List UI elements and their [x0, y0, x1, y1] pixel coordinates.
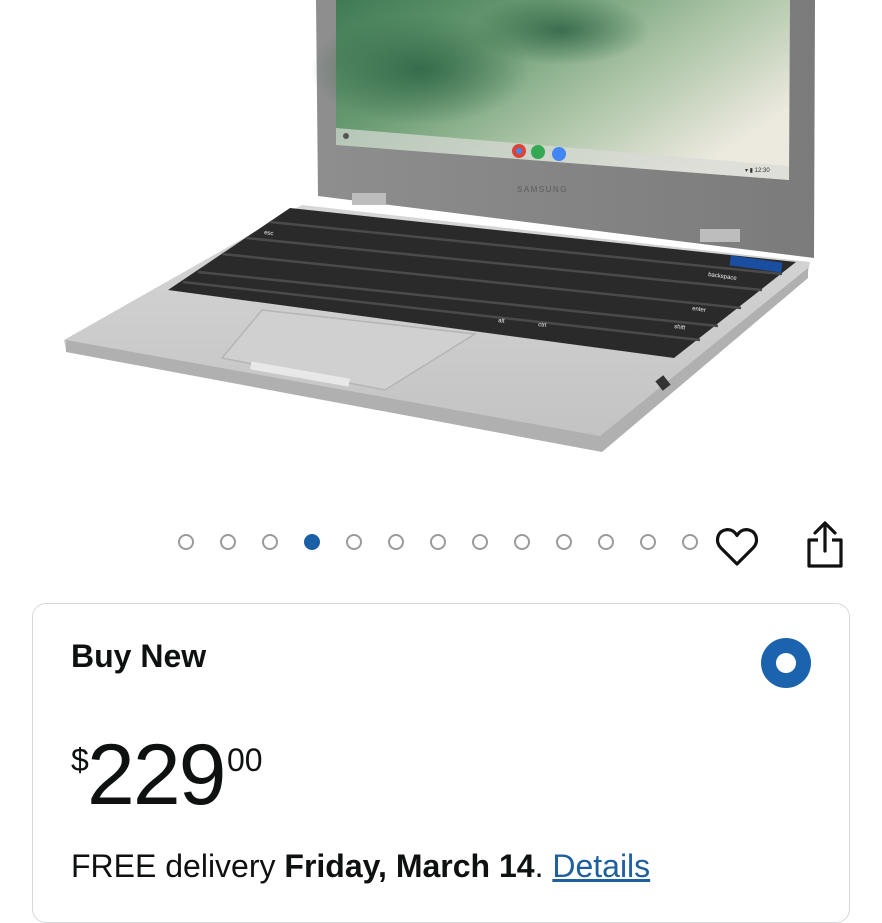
carousel-dot[interactable] [682, 534, 698, 550]
key-label-ctrl: ctrl [538, 322, 547, 329]
heart-outline-icon [715, 528, 759, 566]
buy-new-option-card[interactable]: Buy New $ 229 00 FREE delivery Friday, M… [32, 603, 850, 923]
carousel-dot[interactable] [388, 534, 404, 550]
price-fraction: 00 [227, 742, 263, 778]
add-to-list-button[interactable] [713, 522, 761, 570]
buy-new-title: Buy New [71, 638, 207, 674]
radio-selected-indicator [776, 653, 796, 673]
buy-new-radio[interactable] [761, 638, 811, 688]
carousel-dot[interactable] [472, 534, 488, 550]
files-app-icon [552, 147, 566, 161]
carousel-dot[interactable] [346, 534, 362, 550]
brand-logo: SAMSUNG [517, 185, 568, 194]
hinge [700, 229, 740, 242]
carousel-dot[interactable] [556, 534, 572, 550]
play-store-icon [531, 145, 545, 159]
delivery-info: FREE delivery Friday, March 14. Details [71, 848, 650, 885]
carousel-dot[interactable] [304, 534, 320, 550]
delivery-suffix: . [534, 848, 553, 884]
delivery-prefix: FREE delivery [71, 848, 285, 884]
carousel-dot[interactable] [640, 534, 656, 550]
key-label-alt: alt [498, 318, 505, 325]
carousel-dot[interactable] [262, 534, 278, 550]
launcher-icon [343, 133, 349, 139]
carousel-dot[interactable] [220, 534, 236, 550]
share-button[interactable] [802, 518, 848, 570]
carousel-dot[interactable] [430, 534, 446, 550]
status-tray: ▾ ▮ 12:30 [745, 168, 770, 174]
price-whole: 229 [87, 727, 226, 823]
hinge [352, 193, 386, 205]
delivery-details-link[interactable]: Details [552, 848, 650, 884]
delivery-date: Friday, March 14 [284, 848, 535, 884]
product-image[interactable]: ▾ ▮ 12:30 SAMSUNG backspace enter shift … [0, 0, 882, 500]
carousel-dot[interactable] [598, 534, 614, 550]
share-icon [807, 521, 843, 568]
carousel-dot[interactable] [178, 534, 194, 550]
chrome-app-icon [516, 148, 522, 154]
carousel-dot[interactable] [514, 534, 530, 550]
